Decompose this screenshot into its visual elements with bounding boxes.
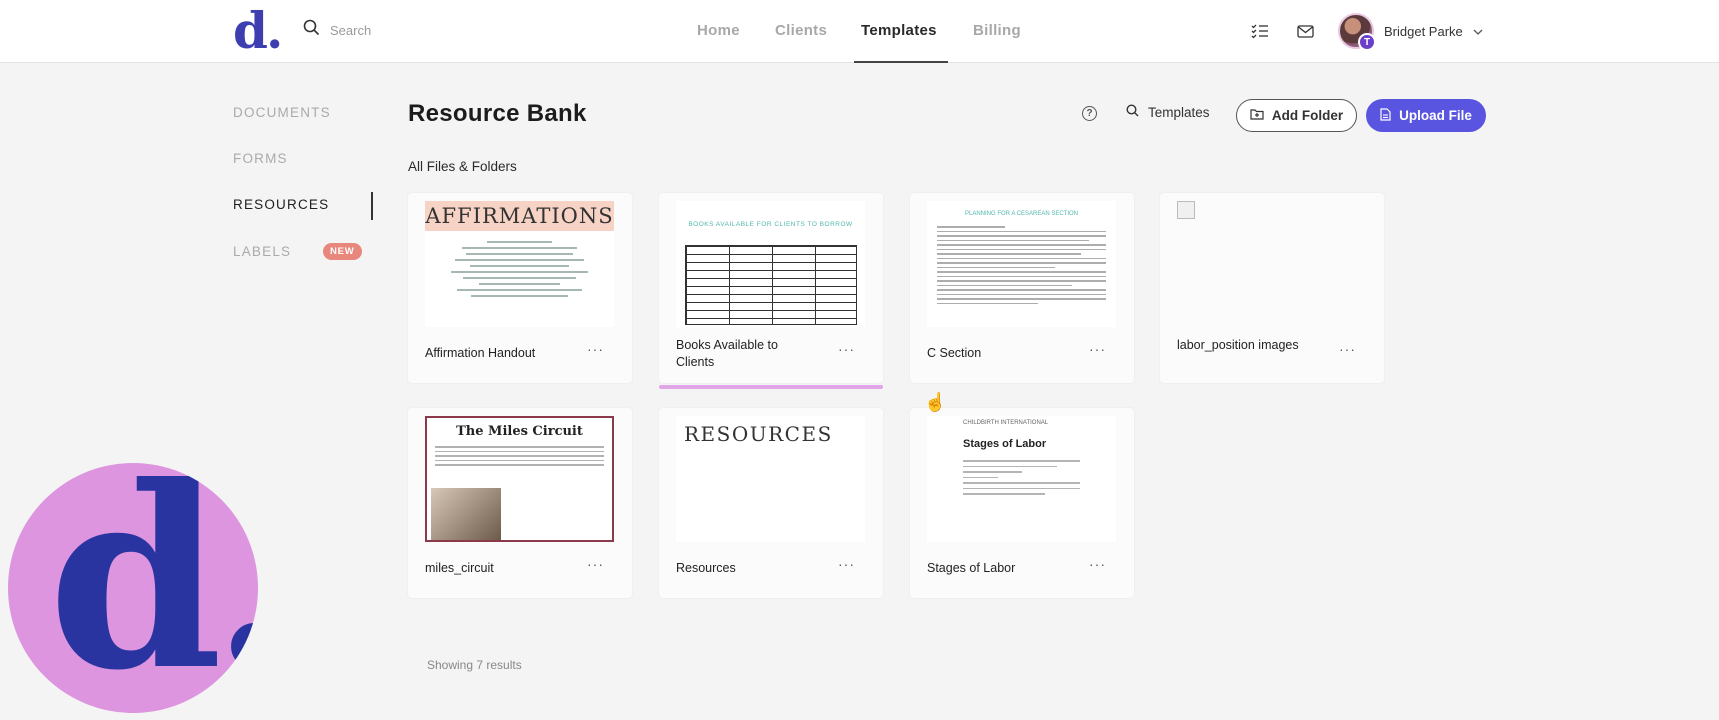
sidebar-item-documents[interactable]: DOCUMENTS xyxy=(233,105,331,120)
file-name: Resources xyxy=(676,561,736,575)
file-card[interactable]: PLANNING FOR A CESAREAN SECTION C Sectio… xyxy=(910,193,1134,383)
upload-file-button[interactable]: Upload File xyxy=(1366,99,1486,132)
more-options-icon[interactable]: ··· xyxy=(1089,556,1106,572)
file-thumbnail: AFFIRMATIONS xyxy=(425,201,614,327)
results-count: Showing 7 results xyxy=(427,658,522,672)
add-folder-button[interactable]: Add Folder xyxy=(1236,99,1357,132)
sidebar-item-forms[interactable]: FORMS xyxy=(233,151,288,166)
nav-billing[interactable]: Billing xyxy=(973,22,1021,39)
file-thumbnail: The Miles Circuit xyxy=(425,416,614,542)
file-name: labor_position images xyxy=(1177,338,1299,352)
more-options-icon[interactable]: ··· xyxy=(587,341,604,357)
file-name: Books Available to Clients xyxy=(676,338,778,369)
chevron-down-icon xyxy=(1473,22,1483,40)
file-name: Affirmation Handout xyxy=(425,346,536,360)
broken-image-icon xyxy=(1177,201,1195,219)
nav-clients[interactable]: Clients xyxy=(775,22,827,39)
templates-search-button[interactable]: Templates xyxy=(1126,104,1210,120)
new-badge: NEW xyxy=(323,243,362,260)
nav-templates[interactable]: Templates xyxy=(861,22,937,39)
file-card[interactable]: BOOKS AVAILABLE FOR CLIENTS TO BORROW Bo… xyxy=(659,193,883,389)
file-card[interactable]: CHILDBIRTH INTERNATIONAL Stages of Labor… xyxy=(910,408,1134,598)
thumbnail-photo xyxy=(431,488,501,540)
search-input[interactable] xyxy=(330,22,530,38)
team-badge: T xyxy=(1358,33,1376,51)
user-name: Bridget Parke xyxy=(1384,23,1463,39)
file-upload-icon xyxy=(1380,107,1391,124)
upload-file-label: Upload File xyxy=(1399,108,1472,123)
user-menu[interactable]: T Bridget Parke xyxy=(1338,13,1483,51)
file-thumbnail: CHILDBIRTH INTERNATIONAL Stages of Labor xyxy=(927,416,1116,542)
file-card[interactable]: AFFIRMATIONS Affirmation Handout ··· xyxy=(408,193,632,383)
sidebar-item-labels[interactable]: LABELS xyxy=(233,244,291,259)
file-name: Stages of Labor xyxy=(927,561,1016,575)
app-logo[interactable]: d. xyxy=(233,6,283,56)
sidebar-active-indicator xyxy=(371,192,373,220)
brand-watermark-logo: d. xyxy=(8,463,258,713)
more-options-icon[interactable]: ··· xyxy=(587,556,604,572)
nav-home[interactable]: Home xyxy=(697,22,740,39)
thumbnail-title: RESOURCES xyxy=(684,422,833,446)
folder-plus-icon xyxy=(1250,108,1264,123)
thumbnail-title: AFFIRMATIONS xyxy=(425,201,614,231)
file-card[interactable]: The Miles Circuit miles_circuit ··· xyxy=(408,408,632,598)
more-options-icon[interactable]: ··· xyxy=(838,341,855,357)
search-icon xyxy=(1126,104,1139,120)
search-icon xyxy=(303,19,320,41)
hover-indicator xyxy=(659,385,883,389)
global-search[interactable] xyxy=(303,19,530,41)
file-name: miles_circuit xyxy=(425,561,494,575)
nav-active-indicator xyxy=(854,61,948,63)
more-options-icon[interactable]: ··· xyxy=(838,556,855,572)
thumbnail-title: BOOKS AVAILABLE FOR CLIENTS TO BORROW xyxy=(688,221,853,228)
page-title: Resource Bank xyxy=(408,100,587,127)
file-thumbnail: RESOURCES xyxy=(676,416,865,542)
top-header: d. Home Clients Templates Billing T Brid… xyxy=(0,0,1719,63)
file-card[interactable]: RESOURCES Resources ··· xyxy=(659,408,883,598)
avatar: T xyxy=(1338,13,1376,51)
brand-watermark-text: d. xyxy=(48,463,258,713)
file-thumbnail: PLANNING FOR A CESAREAN SECTION xyxy=(927,201,1116,327)
hand-cursor-icon: ☝ xyxy=(924,392,947,412)
file-card[interactable]: labor_position images ··· xyxy=(1160,193,1384,383)
thumbnail-title: The Miles Circuit xyxy=(456,424,583,439)
templates-search-label: Templates xyxy=(1148,104,1210,120)
more-options-icon[interactable]: ··· xyxy=(1339,341,1356,357)
mail-icon[interactable] xyxy=(1294,20,1316,42)
more-options-icon[interactable]: ··· xyxy=(1089,341,1106,357)
file-name: C Section xyxy=(927,346,982,360)
thumbnail-title: Stages of Labor xyxy=(963,438,1047,450)
sidebar-item-resources[interactable]: RESOURCES xyxy=(233,197,329,212)
help-icon[interactable]: ? xyxy=(1082,106,1097,121)
section-label: All Files & Folders xyxy=(408,159,517,174)
add-folder-label: Add Folder xyxy=(1271,108,1344,123)
task-list-icon[interactable] xyxy=(1249,20,1271,42)
file-thumbnail: BOOKS AVAILABLE FOR CLIENTS TO BORROW xyxy=(676,201,865,327)
thumbnail-brand: CHILDBIRTH INTERNATIONAL xyxy=(963,420,1049,426)
